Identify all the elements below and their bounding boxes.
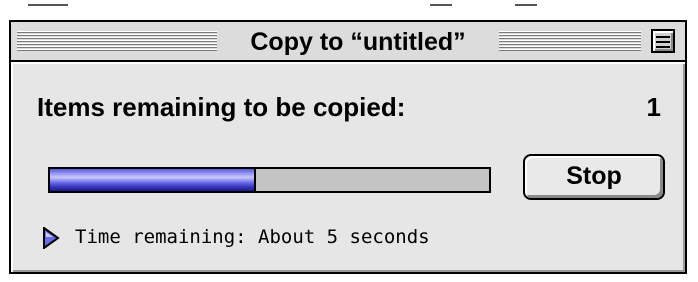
disclosure-triangle-icon[interactable] (42, 227, 60, 249)
title-bar-stripes-right (499, 31, 641, 51)
collapse-box-line (656, 36, 670, 38)
stop-button[interactable]: Stop (523, 154, 665, 200)
collapse-box-icon[interactable] (651, 29, 675, 53)
clipped-background-text (0, 0, 698, 20)
window-title: Copy to “untitled” (250, 28, 466, 56)
time-remaining-label: Time remaining: About 5 seconds (75, 226, 430, 248)
copy-progress-window: Copy to “untitled” Items remaining to be… (9, 20, 687, 274)
dialog-content: Items remaining to be copied: 1 Stop Tim… (11, 62, 685, 272)
progress-bar-fill (50, 169, 257, 191)
title-bar[interactable]: Copy to “untitled” (11, 22, 685, 62)
collapse-box-line (656, 46, 670, 48)
progress-bar (48, 167, 491, 193)
items-remaining-label: Items remaining to be copied: (37, 92, 406, 122)
background-text-fragment (28, 0, 68, 6)
background-text-fragment (515, 0, 537, 6)
background-text-fragment (430, 0, 452, 6)
collapse-box-line (656, 41, 670, 43)
items-remaining-count: 1 (646, 92, 661, 122)
title-bar-stripes-left (17, 31, 217, 51)
